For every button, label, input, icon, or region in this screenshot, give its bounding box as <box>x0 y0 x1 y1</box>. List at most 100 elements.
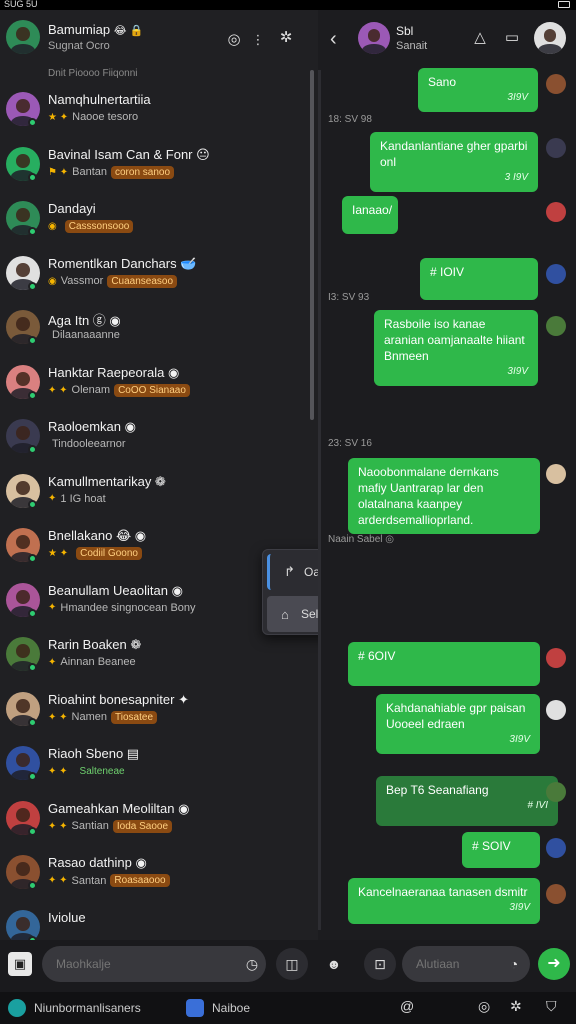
my-avatar[interactable] <box>6 20 40 54</box>
send-arrow-icon[interactable]: ➜ <box>538 948 570 980</box>
message-time: 3 I9V <box>504 172 528 183</box>
status-badge <box>130 443 138 445</box>
message-time: 3I9V <box>507 366 528 377</box>
message-bubble[interactable]: # IOIV <box>420 258 538 300</box>
message-bubble[interactable]: Sano 3I9V <box>418 68 538 112</box>
message-bubble[interactable]: Naoobonmalane dernkans mafiy Uantrarap l… <box>348 458 540 534</box>
chat-list-item[interactable]: Dandayi ◉ Casssonsooo <box>0 195 318 251</box>
message-text: Rasboile iso kanae aranian oamjanaalte h… <box>384 317 525 363</box>
contact-name: Hanktar Raepeorala ◉ <box>48 364 180 380</box>
contact-name: Gameahkan Meoliltan ◉ <box>48 800 190 816</box>
window-icon[interactable]: ▭ <box>502 28 522 48</box>
chat-list-item[interactable]: Riaoh Sbeno ▤ ✦ ✦ Salteneae <box>0 740 318 796</box>
badge-icons: ✦ ✦ <box>48 820 68 832</box>
message-bubble[interactable]: # 6OIV <box>348 642 540 686</box>
message-bubble[interactable]: Kahdanahiable gpr paisan Uooeel edraen 3I… <box>376 694 540 754</box>
badge-icons: ✦ ✦ <box>48 875 68 886</box>
online-indicator-icon <box>28 663 37 672</box>
sender-avatar[interactable] <box>546 648 566 668</box>
message-bubble[interactable]: # SOIV <box>462 832 540 868</box>
online-indicator-icon <box>28 390 37 400</box>
sticker-icon[interactable]: ◫ <box>276 948 308 980</box>
contact-name: Aga Itn ⓖ ◉ <box>48 313 121 328</box>
contact-name: Beanullam Ueaolitan ◉ <box>48 582 183 598</box>
badge-icons: ✦ <box>48 656 57 668</box>
chat-list-item[interactable]: Raoloemkan ◉ Tindooleearnor <box>0 413 318 469</box>
timer-icon[interactable]: ◔ <box>498 948 530 980</box>
attach-icon[interactable]: ▣ <box>8 952 32 976</box>
my-status: Sugnat Ocro <box>48 40 110 52</box>
contact-meta: ✦ ✦ Salteneae <box>48 765 129 778</box>
chat-list-item[interactable]: Kamullmentarikay ❁ ✦ 1 IG hoat <box>0 468 318 524</box>
taskbar-app-2[interactable]: Naiboe <box>186 998 250 1018</box>
message-bubble[interactable]: Ianaao/ <box>342 196 398 234</box>
online-indicator-icon <box>28 281 37 291</box>
peer-avatar[interactable] <box>358 22 390 54</box>
sender-avatar[interactable] <box>546 700 566 720</box>
sender-avatar[interactable] <box>546 138 566 158</box>
sender-avatar[interactable] <box>546 316 566 336</box>
message-text: Kancelnaeranaa tanasen dsmitr <box>358 885 528 899</box>
chat-list-item[interactable]: Iviolue <box>0 904 318 940</box>
target-icon[interactable]: ◎ <box>478 998 490 1015</box>
contact-meta: ✦ ✦ Santan Roasaaooo <box>48 874 170 887</box>
contact-name: Rarin Boaken ❁ <box>48 637 142 652</box>
more-vertical-icon[interactable]: ⋮ <box>248 30 268 50</box>
message-text: Naoobonmalane dernkans mafiy Uantrarap l… <box>358 465 499 527</box>
contact-name: Namqhulnertartiia <box>48 92 151 107</box>
composer-bar: ▣ ◷ ◫ ☻ ⊡ ◔ ➜ <box>0 940 576 992</box>
chat-list-item[interactable]: Namqhulnertartiia ★ ✦ Naooe tesoro <box>0 86 318 142</box>
message-bubble[interactable]: Rasboile iso kanae aranian oamjanaalte h… <box>374 310 538 386</box>
chat-list-item[interactable]: Rasao dathinp ◉ ✦ ✦ Santan Roasaaooo <box>0 849 318 905</box>
message-bubble[interactable]: Kancelnaeranaa tanasen dsmitr 3I9V <box>348 878 540 924</box>
online-indicator-icon <box>28 554 37 563</box>
share-icon: ↱ <box>284 564 295 579</box>
contact-meta: Dilaanaaanne <box>48 329 132 341</box>
section-label: Dnit Pioooo Fiiqonni <box>48 68 138 79</box>
chat-list-item[interactable]: Bavinal Isam Can & Fonr 😐 ⚑ ✦ Bantan coron … <box>0 141 318 197</box>
contact-meta: ✦ Ainnan Beanee <box>48 656 148 668</box>
chat-list-scrollbar[interactable] <box>310 70 314 420</box>
gallery-icon[interactable]: ⊡ <box>364 948 396 980</box>
message-input-left[interactable] <box>42 946 266 982</box>
badge-icons: ⚑ ✦ <box>48 166 69 178</box>
message-bubble[interactable]: Kandanlantiane gher gparbi onl 3 I9V <box>370 132 538 192</box>
camera-icon[interactable]: ◎ <box>224 30 244 50</box>
online-indicator-icon <box>28 172 37 182</box>
contact-status: Bantan <box>72 166 107 178</box>
clock-icon[interactable]: ◷ <box>236 948 268 980</box>
online-indicator-icon <box>28 826 37 836</box>
sender-avatar[interactable] <box>546 74 566 94</box>
shield-icon[interactable]: ⛉ <box>546 998 557 1015</box>
chat-list-item[interactable]: Romentlkan Danchars 🥣 ◉ Vassmor Cuaanseasoo <box>0 250 318 306</box>
message-text: # SOIV <box>472 839 511 853</box>
contact-status: Tindooleearnor <box>52 438 126 450</box>
chat-list-panel: Bamumiap 😂 🔒 Sugnat Ocro ◎ ⋮ ✲ Dnit Pioo… <box>0 10 318 940</box>
sender-avatar[interactable] <box>546 884 566 904</box>
chat-list-item[interactable]: Gameahkan Meoliltan ◉ ✦ ✦ Santian Ioda Saoo… <box>0 795 318 851</box>
chat-list-item[interactable]: Rioahint bonesapniter ✦ ✦ ✦ Namen Tiosatee <box>0 686 318 742</box>
contact-name: Rioahint bonesapniter ✦ <box>48 691 189 707</box>
contact-status: Vassmor <box>60 275 104 287</box>
badge-icons: ✦ <box>48 493 57 504</box>
bell-icon[interactable]: △ <box>470 28 490 48</box>
back-arrow-icon[interactable]: ‹ <box>330 28 337 51</box>
message-bubble[interactable]: Bep T6 Seanafiang # IVI <box>376 776 558 826</box>
taskbar-app-1[interactable]: Niunbormanlisaners <box>8 998 141 1018</box>
settings-gear-icon[interactable]: ✲ <box>276 28 296 48</box>
sender-avatar[interactable] <box>546 782 566 802</box>
chat-list-item[interactable]: Rarin Boaken ❁ ✦ Ainnan Beanee <box>0 631 318 687</box>
chat-list-item[interactable]: Hanktar Raepeorala ◉ ✦ ✦ Olenam CoOO Sianaa… <box>0 359 318 415</box>
account-avatar[interactable] <box>534 22 566 54</box>
at-sign-icon[interactable]: @ <box>400 998 414 1014</box>
sender-avatar[interactable] <box>546 464 566 484</box>
sender-avatar[interactable] <box>546 264 566 284</box>
emoji-icon[interactable]: ☻ <box>318 948 350 980</box>
sender-avatar[interactable] <box>546 202 566 222</box>
message-text: Kandanlantiane gher gparbi onl <box>380 139 528 169</box>
chat-list-item[interactable]: Aga Itn ⓖ ◉ Dilaanaaanne <box>0 304 318 360</box>
contact-meta: ⚑ ✦ Bantan coron sanoo <box>48 165 175 179</box>
gear-icon[interactable]: ✲ <box>510 998 522 1015</box>
sender-avatar[interactable] <box>546 838 566 858</box>
badge-icons: ✦ ✦ <box>48 711 68 723</box>
